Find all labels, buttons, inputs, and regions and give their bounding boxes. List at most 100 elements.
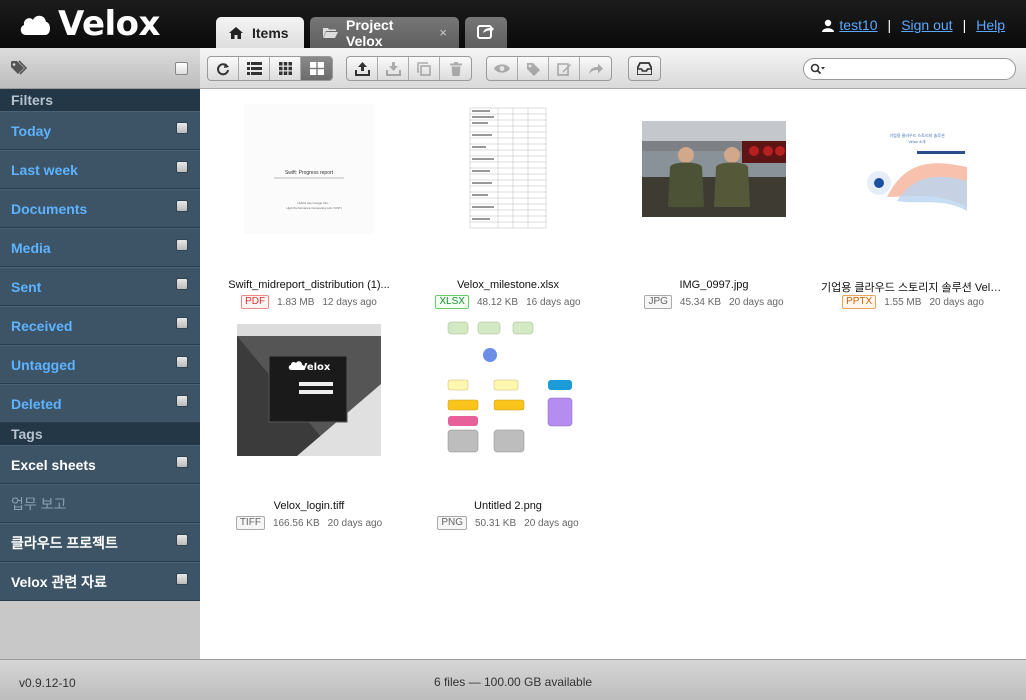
- file-item[interactable]: Untitled 2.png PNG 50.31 KB 20 days ago: [408, 320, 608, 530]
- tag-checkbox[interactable]: [176, 534, 188, 546]
- separator: |: [962, 17, 967, 33]
- app-logo[interactable]: Velox: [18, 4, 160, 44]
- filter-label: Sent: [11, 278, 42, 295]
- file-meta: PDF 1.83 MB 12 days ago: [209, 295, 409, 309]
- file-size: 1.55 MB: [884, 296, 922, 308]
- username-link[interactable]: test10: [839, 17, 877, 33]
- thumb-text: High Performance Computing Lab / KISTI: [286, 206, 342, 210]
- filter-received[interactable]: Received: [0, 306, 200, 345]
- upload-icon: [354, 61, 370, 76]
- file-size: 48.12 KB: [476, 296, 519, 308]
- filter-checkbox[interactable]: [176, 317, 188, 329]
- preview-button[interactable]: [487, 57, 518, 80]
- upload-button[interactable]: [347, 57, 378, 80]
- file-button-group: [346, 56, 472, 81]
- tags-icon[interactable]: [10, 60, 30, 81]
- tab-share[interactable]: [465, 17, 507, 48]
- filter-checkbox[interactable]: [176, 122, 188, 134]
- forward-button[interactable]: [580, 57, 611, 80]
- filter-today[interactable]: Today: [0, 111, 200, 150]
- separator: |: [887, 17, 892, 33]
- filter-checkbox[interactable]: [176, 278, 188, 290]
- refresh-button[interactable]: [208, 57, 239, 80]
- tag-checkbox[interactable]: [176, 573, 188, 585]
- toolbar: [200, 48, 1026, 89]
- tab-project-label: Project Velox: [346, 16, 394, 49]
- share-icon: [477, 23, 495, 42]
- file-name: Velox_login.tiff: [273, 500, 345, 512]
- file-date: 16 days ago: [526, 296, 581, 308]
- file-item[interactable]: Velox_milestone.xlsx XLSX 48.12 KB 16 da…: [408, 99, 608, 309]
- copy-button[interactable]: [409, 57, 440, 80]
- filter-untagged[interactable]: Untagged: [0, 345, 200, 384]
- file-size: 45.34 KB: [679, 296, 722, 308]
- tab-items-label: Items: [252, 24, 289, 41]
- select-all-checkbox[interactable]: [175, 62, 188, 75]
- filter-deleted[interactable]: Deleted: [0, 384, 200, 423]
- tab-items[interactable]: Items: [216, 17, 304, 48]
- filter-media[interactable]: Media: [0, 228, 200, 267]
- file-thumbnail: 기업용 클라우드 스토리지 솔루션 Velox 소개: [841, 99, 985, 239]
- tag-cloud-project[interactable]: 클라우드 프로젝트: [0, 523, 200, 562]
- help-link[interactable]: Help: [976, 17, 1005, 33]
- filter-checkbox[interactable]: [176, 239, 188, 251]
- file-size: 50.31 KB: [475, 517, 517, 529]
- file-type-badge: XLSX: [435, 295, 469, 309]
- filter-checkbox[interactable]: [176, 356, 188, 368]
- download-icon: [385, 61, 401, 76]
- filter-checkbox[interactable]: [176, 200, 188, 212]
- file-item[interactable]: 기업용 클라우드 스토리지 솔루션 Velox 소개 기업용 클라우드 스토리지…: [813, 99, 1013, 309]
- download-button[interactable]: [378, 57, 409, 80]
- small-grid-button[interactable]: [270, 57, 301, 80]
- cloud-icon: [20, 15, 50, 36]
- tag-icon: [527, 62, 540, 76]
- search-input[interactable]: [829, 60, 999, 78]
- tag-work-report[interactable]: 업무 보고: [0, 484, 200, 523]
- file-thumbnail: [436, 320, 580, 460]
- thumb-text: Velox: [300, 362, 331, 373]
- filter-documents[interactable]: Documents: [0, 189, 200, 228]
- filter-sent[interactable]: Sent: [0, 267, 200, 306]
- tag-label: Excel sheets: [11, 456, 96, 473]
- filter-label: Last week: [11, 161, 78, 178]
- refresh-icon: [217, 62, 229, 75]
- delete-button[interactable]: [440, 57, 471, 80]
- large-grid-button[interactable]: [301, 57, 332, 80]
- tag-checkbox[interactable]: [176, 456, 188, 468]
- list-view-button[interactable]: [239, 57, 270, 80]
- filter-last-week[interactable]: Last week: [0, 150, 200, 189]
- file-date: 20 days ago: [327, 517, 383, 529]
- tag-excel-sheets[interactable]: Excel sheets: [0, 445, 200, 484]
- file-grid: Swift: Progress report Hybrid Jae Gongjo…: [201, 89, 1026, 659]
- search-box[interactable]: [803, 58, 1016, 80]
- file-item[interactable]: Velox Velox_login.tiff TIFF 166.56 KB 20…: [209, 320, 409, 530]
- file-thumbnail: Velox: [237, 320, 381, 460]
- file-date: 20 days ago: [729, 296, 784, 308]
- app-header: Velox Items Project Velox × test10 | Sig…: [0, 0, 1026, 49]
- inbox-button[interactable]: [629, 57, 660, 80]
- filter-checkbox[interactable]: [176, 395, 188, 407]
- file-item[interactable]: IMG_0997.jpg JPG 45.34 KB 20 days ago: [614, 99, 814, 309]
- sign-out-link[interactable]: Sign out: [901, 17, 952, 33]
- storage-status: 6 files — 100.00 GB available: [433, 675, 593, 689]
- grid-large-icon: [309, 62, 324, 75]
- sidebar: Filters Today Last week Documents Media …: [0, 48, 200, 659]
- file-item[interactable]: Swift: Progress report Hybrid Jae Gongjo…: [209, 99, 409, 309]
- file-name: IMG_0997.jpg: [679, 279, 749, 291]
- file-type-badge: TIFF: [235, 516, 265, 530]
- edit-button[interactable]: [549, 57, 580, 80]
- filter-label: Received: [11, 317, 73, 334]
- tag-velox-materials[interactable]: Velox 관련 자료: [0, 562, 200, 601]
- tab-project-velox[interactable]: Project Velox ×: [310, 16, 459, 49]
- file-name: Velox_milestone.xlsx: [456, 279, 560, 291]
- user-icon: [822, 19, 835, 32]
- tag-label: Velox 관련 자료: [11, 573, 107, 590]
- tag-button[interactable]: [518, 57, 549, 80]
- inbox-icon: [637, 62, 652, 75]
- file-meta: XLSX 48.12 KB 16 days ago: [408, 295, 608, 309]
- filter-checkbox[interactable]: [176, 161, 188, 173]
- close-tab-icon[interactable]: ×: [439, 25, 447, 40]
- search-icon: [810, 63, 825, 75]
- file-type-badge: JPG: [644, 295, 672, 309]
- thumb-text: Velox 소개: [909, 139, 926, 144]
